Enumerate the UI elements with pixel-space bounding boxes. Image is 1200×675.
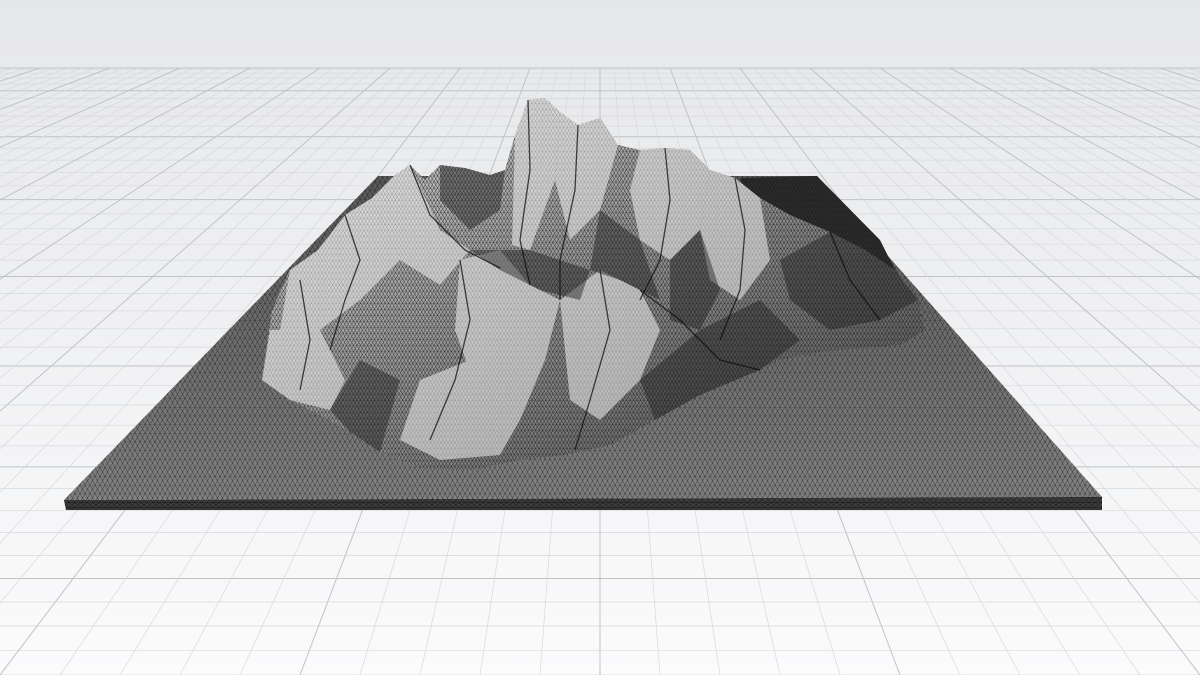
3d-viewport[interactable]: [0, 0, 1200, 675]
terrain-scene[interactable]: [0, 0, 1200, 675]
